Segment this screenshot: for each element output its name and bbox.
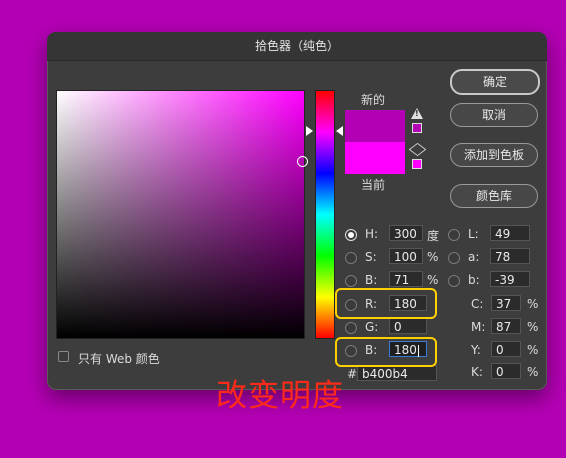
label-y: Y: — [471, 343, 481, 357]
cancel-button[interactable]: 取消 — [450, 103, 538, 127]
input-c[interactable]: 37 — [491, 295, 521, 311]
input-s[interactable]: 100 — [389, 248, 423, 264]
radio-l[interactable] — [448, 229, 460, 241]
input-brightness[interactable]: 71 — [389, 271, 423, 287]
input-l[interactable]: 49 — [490, 225, 530, 241]
add-to-swatches-button[interactable]: 添加到色板 — [450, 143, 538, 167]
unit-b: % — [427, 273, 439, 287]
radio-lab-b[interactable] — [448, 275, 460, 287]
label-a: a: — [468, 250, 480, 264]
radio-s[interactable] — [345, 252, 357, 264]
color-libraries-button[interactable]: 颜色库 — [450, 184, 538, 208]
hex-hash-label: # — [347, 367, 358, 381]
current-color-swatch[interactable] — [345, 142, 405, 174]
highlight-box-b — [335, 337, 437, 367]
warning-triangle-icon[interactable] — [411, 108, 423, 119]
label-h: H: — [365, 227, 379, 241]
color-field-marker[interactable] — [297, 156, 308, 167]
input-lab-b[interactable]: -39 — [490, 271, 530, 287]
hue-slider[interactable] — [315, 90, 335, 339]
input-k[interactable]: 0 — [491, 363, 521, 379]
saturation-brightness-field[interactable] — [56, 90, 305, 339]
unit-m: % — [527, 320, 539, 334]
hue-slider-right-arrow[interactable] — [336, 126, 343, 136]
label-k: K: — [471, 365, 483, 379]
ok-button[interactable]: 确定 — [450, 69, 540, 95]
radio-b[interactable] — [345, 275, 357, 287]
web-colors-only-checkbox[interactable] — [58, 351, 69, 362]
unit-c: % — [527, 297, 539, 311]
radio-h[interactable] — [345, 229, 357, 241]
input-g[interactable]: 0 — [389, 318, 427, 334]
input-a[interactable]: 78 — [490, 248, 530, 264]
radio-g[interactable] — [345, 322, 357, 334]
unit-s: % — [427, 250, 439, 264]
input-m[interactable]: 87 — [491, 318, 521, 334]
web-colors-only-label[interactable]: 只有 Web 颜色 — [78, 350, 160, 367]
label-m: M: — [471, 320, 486, 334]
unit-h: 度 — [427, 229, 440, 243]
label-lab-b: b: — [468, 273, 480, 287]
annotation-text: 改变明度 — [216, 378, 344, 414]
dialog-title: 拾色器（纯色） — [47, 32, 547, 61]
cube-icon[interactable] — [408, 142, 427, 157]
label-c: C: — [471, 297, 484, 311]
web-safe-swatch[interactable] — [412, 159, 422, 169]
current-color-label: 当前 — [361, 178, 386, 192]
unit-k: % — [527, 365, 539, 379]
hue-slider-left-arrow[interactable] — [306, 126, 313, 136]
highlight-box-r — [335, 288, 437, 319]
input-h[interactable]: 300 — [389, 225, 423, 241]
radio-a[interactable] — [448, 252, 460, 264]
color-picker-dialog: 拾色器（纯色） 新的 当前 确定 取消 添加到色板 颜色库 H: 300 度 S… — [47, 32, 547, 390]
label-s: S: — [365, 250, 377, 264]
new-color-swatch — [345, 110, 405, 142]
label-l: L: — [468, 227, 479, 241]
input-y[interactable]: 0 — [491, 341, 521, 357]
gamut-correction-swatch[interactable] — [412, 123, 422, 133]
label-g: G: — [365, 320, 379, 334]
new-color-label: 新的 — [361, 93, 386, 107]
unit-y: % — [527, 343, 539, 357]
hex-input[interactable]: b400b4 — [357, 365, 437, 381]
label-b: B: — [365, 273, 378, 287]
